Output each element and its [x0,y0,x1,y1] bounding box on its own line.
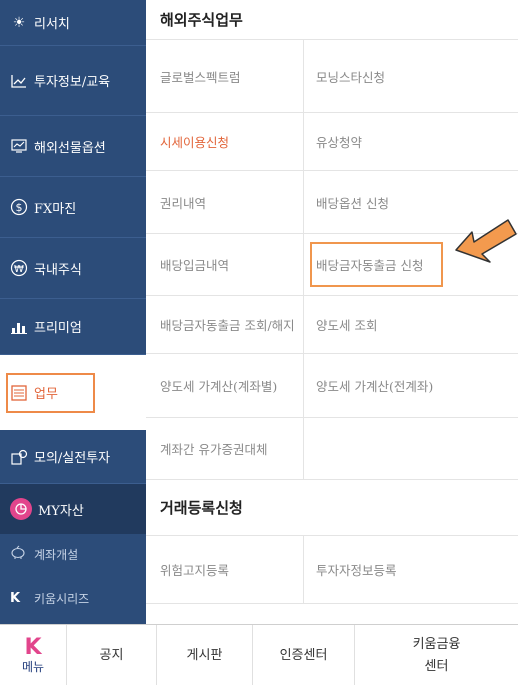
sidebar-item-label: MY자산 [38,503,84,519]
sidebar-item-my-assets[interactable]: MY자산 [0,484,146,534]
menu-item-tax-estimate-by-account[interactable]: 양도세 가계산(계좌별) [146,354,304,418]
pie-chart-icon [10,498,32,520]
sun-icon: ☀ [12,14,26,31]
sidebar-sub-label: 키움시리즈 [34,591,90,606]
sidebar-item-label: 업무 [34,387,58,402]
monitor-chart-icon [10,137,28,155]
checklist-icon [10,384,28,402]
menu-label: 메뉴 [21,659,45,674]
kiwoom-logo-icon: K [24,634,42,660]
bar-chart-icon [10,318,28,336]
sidebar-item-label: 프리미엄 [34,321,82,336]
menu-item-tax-estimate-all-accounts[interactable]: 양도세 가계산(전계좌) [304,354,518,418]
section-title-trade-registration: 거래등록신청 [146,480,518,536]
kiwoom-k-icon: K [10,590,21,606]
sidebar-item-business[interactable]: 업무 [0,355,146,430]
content-panel: 해외주식업무 글로벌스펙트럼 모닝스타신청 시세이용신청 유상청약 권리내역 배… [146,0,518,624]
tab-notice[interactable]: 공지 [66,625,156,685]
sidebar-item-mock-trading[interactable]: 모의/실전투자 [0,430,146,484]
menu-item-morningstar[interactable]: 모닝스타신청 [304,40,518,113]
section-title-overseas-stock: 해외주식업무 [146,0,518,40]
coin-stack-icon [10,448,28,466]
svg-text:₩: ₩ [14,264,24,275]
menu-item-global-spectrum[interactable]: 글로벌스펙트럼 [146,40,304,113]
sidebar-item-research[interactable]: ☀ 리서치 [0,0,146,46]
sidebar-item-investment-info[interactable]: 투자정보/교육 [0,46,146,116]
menu-item-investor-info-registration[interactable]: 투자자정보등록 [304,536,518,604]
menu-item-dividend-deposit-history[interactable]: 배당입금내역 [146,234,304,296]
menu-item-risk-notice-registration[interactable]: 위험고지등록 [146,536,304,604]
sidebar-item-premium[interactable]: 프리미엄 [0,299,146,355]
sidebar-item-label: 리서치 [34,17,70,32]
menu-item-empty [304,418,518,480]
sidebar-item-overseas-futures[interactable]: 해외선물옵션 [0,116,146,177]
menu-item-dividend-auto-withdraw-inquiry[interactable]: 배당금자동출금 조회/해지 [146,296,304,354]
piggy-bank-icon [10,545,28,563]
sidebar-item-label: 투자정보/교육 [34,75,111,90]
sidebar: ☀ 리서치 투자정보/교육 해외선물옵션 $ FX마진 ₩ 국내주식 프리미엄 … [0,0,146,624]
svg-text:$: $ [16,201,23,214]
sidebar-item-label: FX마진 [34,201,77,217]
sidebar-item-domestic-stock[interactable]: ₩ 국내주식 [0,238,146,299]
sidebar-item-fx-margin[interactable]: $ FX마진 [0,177,146,238]
app-screen: ☀ 리서치 투자정보/교육 해외선물옵션 $ FX마진 ₩ 국내주식 프리미엄 … [0,0,518,685]
menu-item-capital-gains-tax-inquiry[interactable]: 양도세 조회 [304,296,518,354]
menu-item-quote-usage[interactable]: 시세이용신청 [146,113,304,171]
bottom-nav: K 메뉴 공지 게시판 인증센터 키움금융 센터 [0,624,518,685]
tab-kiwoom-finance-center[interactable]: 키움금융 센터 [354,625,518,685]
sidebar-item-label: 모의/실전투자 [34,451,111,466]
tab-certification-center[interactable]: 인증센터 [252,625,354,685]
won-circle-icon: ₩ [10,259,28,277]
menu-button[interactable]: K 메뉴 [0,625,66,685]
pointing-arrow-icon [455,219,517,263]
sidebar-item-label: 해외선물옵션 [34,140,106,156]
menu-item-securities-transfer[interactable]: 계좌간 유가증권대체 [146,418,304,480]
sidebar-sub-account-open[interactable]: 계좌개설 [0,538,146,570]
tab-board[interactable]: 게시판 [156,625,252,685]
menu-item-rights-offering[interactable]: 유상청약 [304,113,518,171]
menu-item-rights-history[interactable]: 권리내역 [146,171,304,234]
sidebar-sub-label: 계좌개설 [34,547,79,562]
sidebar-sub-kiwoom-series[interactable]: K 키움시리즈 [0,582,146,614]
sidebar-item-label: 국내주식 [34,262,82,278]
dollar-circle-icon: $ [10,198,28,216]
chart-icon [10,72,28,90]
